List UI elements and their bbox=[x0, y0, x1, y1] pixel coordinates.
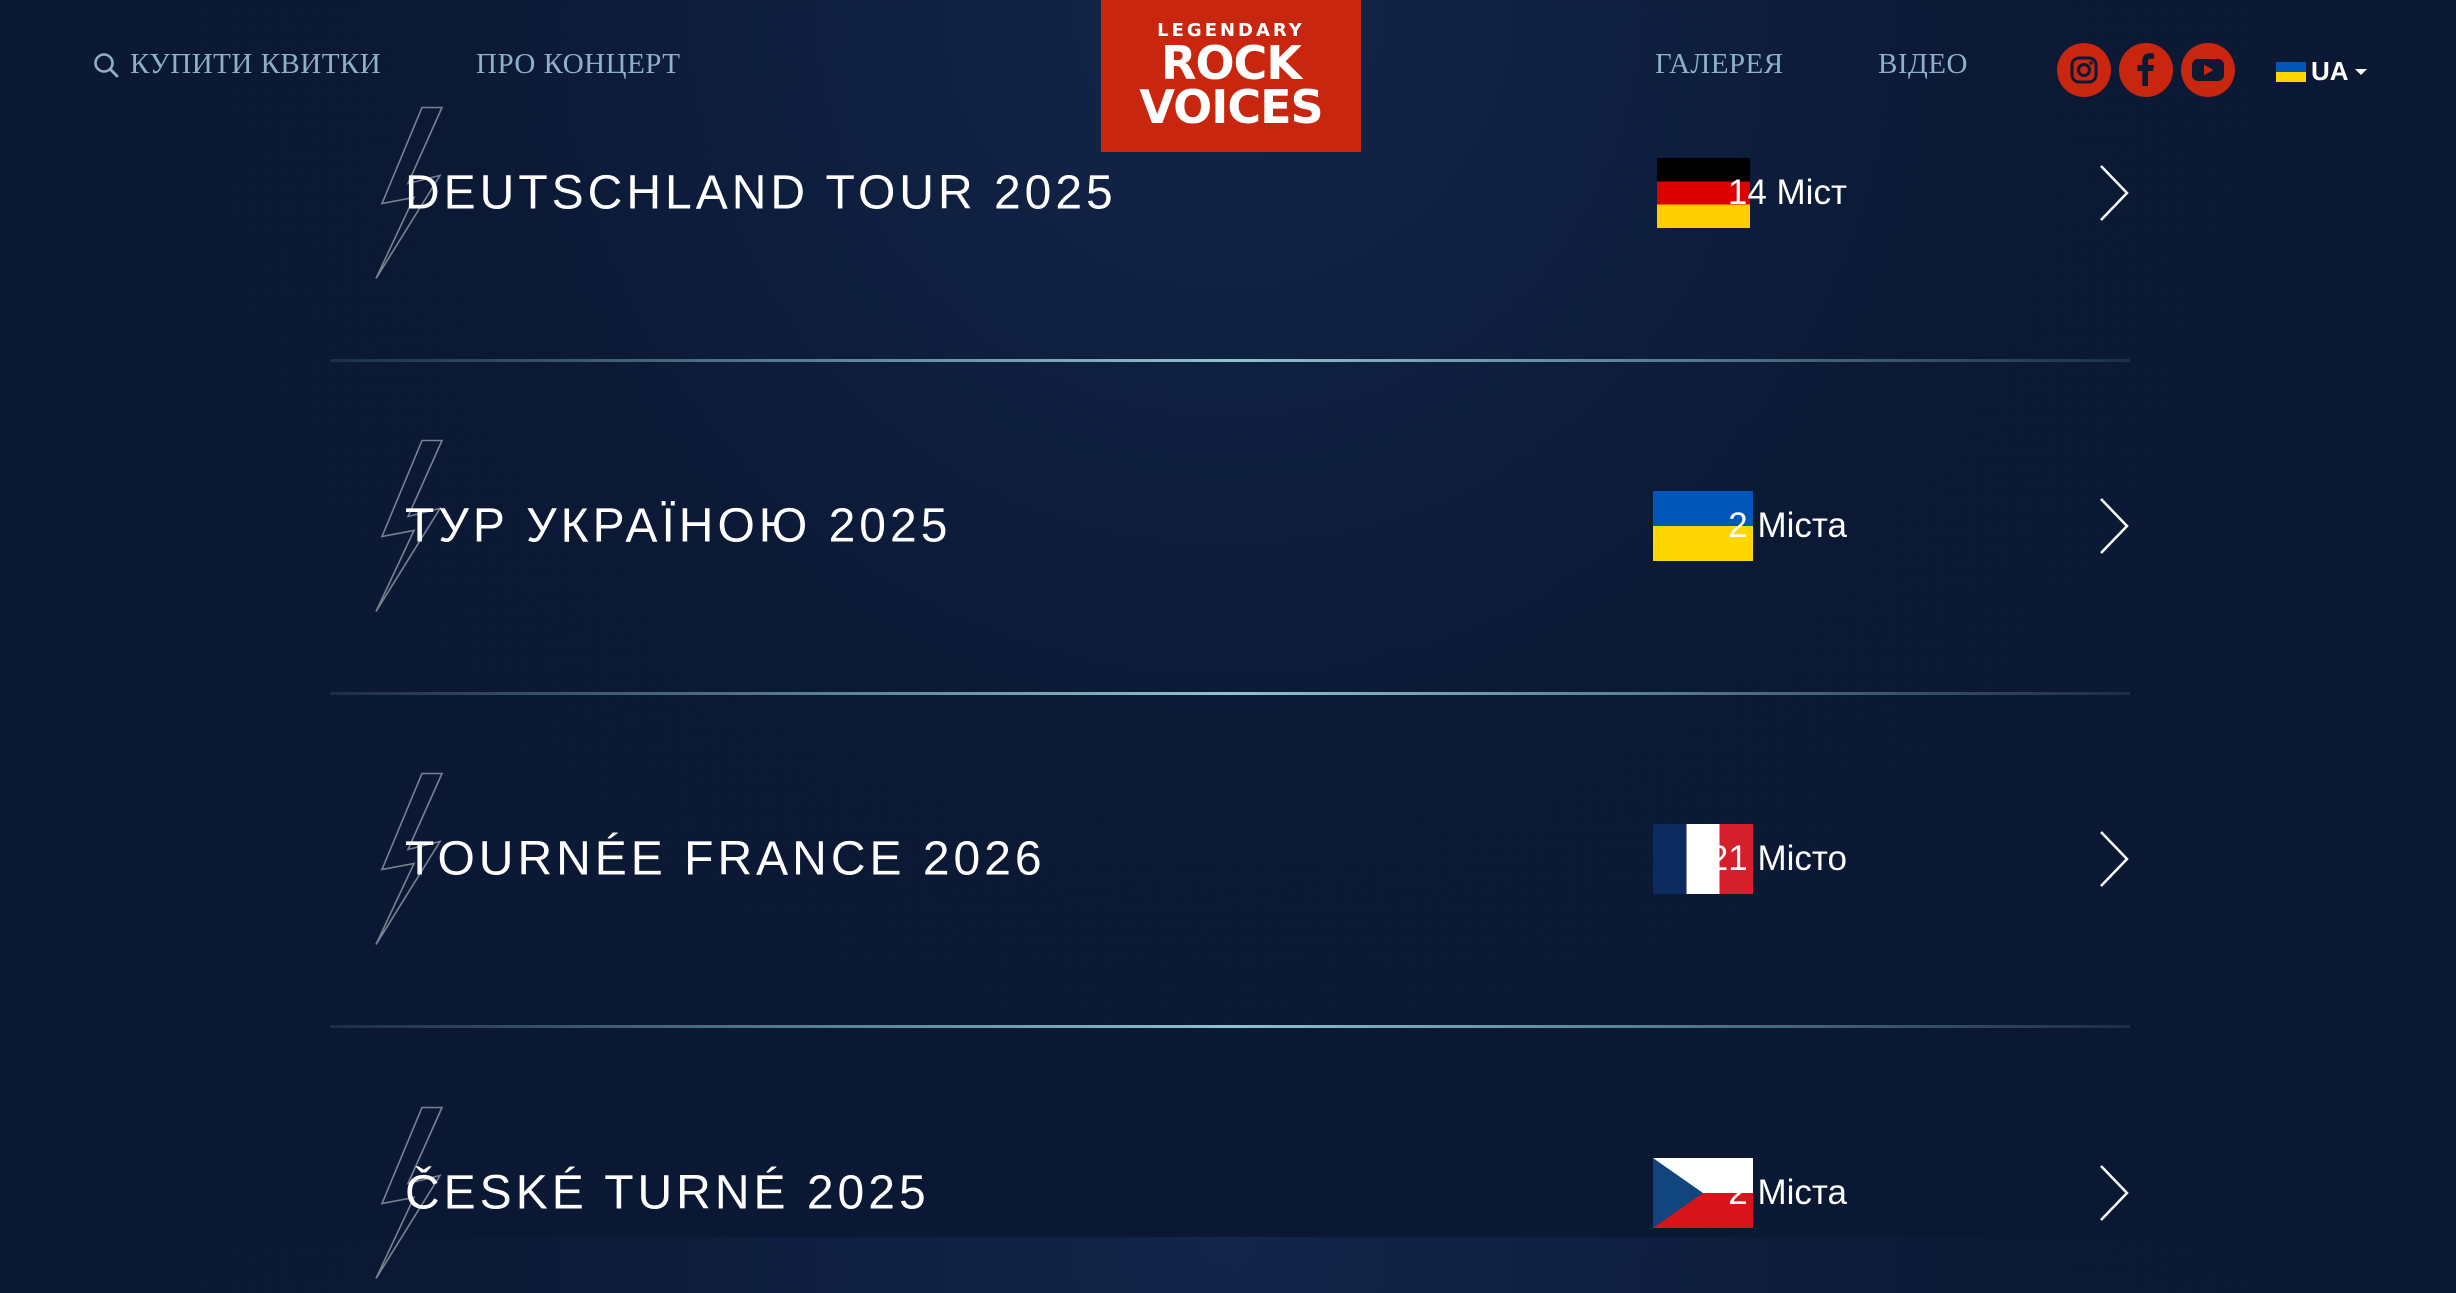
tour-title: TOURNÉE FRANCE 2026 bbox=[405, 832, 1046, 886]
tour-row-france[interactable]: TOURNÉE FRANCE 2026 21 Місто bbox=[330, 759, 2130, 959]
logo-line-rock: ROCK bbox=[1161, 35, 1302, 90]
logo-line-voices: VOICES bbox=[1139, 79, 1323, 134]
youtube-icon bbox=[2192, 59, 2224, 81]
buy-tickets-label: КУПИТИ КВИТКИ bbox=[130, 48, 382, 80]
tour-title: DEUTSCHLAND TOUR 2025 bbox=[405, 166, 1117, 220]
about-concert-label: ПРО КОНЦЕРТ bbox=[476, 48, 681, 80]
tour-row-ukraine[interactable]: ТУР УКРАЇНОЮ 2025 2 Міста bbox=[330, 426, 2130, 626]
youtube-button[interactable] bbox=[2181, 43, 2235, 97]
tour-city-count: 2 Міста bbox=[1728, 506, 1847, 545]
video-link[interactable]: ВІДЕО bbox=[1878, 48, 1968, 81]
caret-down-icon bbox=[2354, 68, 2367, 75]
language-selector[interactable]: UA bbox=[2276, 56, 2367, 87]
tour-row-czech[interactable]: ČESKÉ TURNÉ 2025 2 Міста bbox=[330, 1093, 2130, 1293]
search-icon bbox=[94, 52, 119, 77]
tour-city-count: 2 Міста bbox=[1728, 1173, 1847, 1212]
about-concert-link[interactable]: ПРО КОНЦЕРТ bbox=[476, 48, 680, 81]
site-header: КУПИТИ КВИТКИ ПРО КОНЦЕРТ LEGENDARY ROCK… bbox=[0, 0, 2456, 152]
instagram-icon bbox=[2070, 56, 2098, 84]
facebook-button[interactable] bbox=[2119, 43, 2173, 97]
instagram-button[interactable] bbox=[2057, 43, 2111, 97]
chevron-right-icon[interactable] bbox=[2098, 1163, 2130, 1223]
tour-city-count: 21 Місто bbox=[1708, 839, 1847, 878]
ukraine-flag-icon bbox=[2276, 61, 2306, 82]
tour-title: ČESKÉ TURNÉ 2025 bbox=[405, 1166, 930, 1220]
chevron-right-icon[interactable] bbox=[2098, 496, 2130, 556]
site-logo[interactable]: LEGENDARY ROCK VOICES bbox=[1101, 0, 1361, 152]
tour-title: ТУР УКРАЇНОЮ 2025 bbox=[405, 499, 952, 553]
chevron-right-icon[interactable] bbox=[2098, 829, 2130, 889]
gallery-label: ГАЛЕРЕЯ bbox=[1655, 48, 1784, 80]
language-label: UA bbox=[2311, 56, 2349, 86]
facebook-icon bbox=[2137, 53, 2154, 86]
buy-tickets-link[interactable]: КУПИТИ КВИТКИ bbox=[92, 48, 381, 81]
row-divider bbox=[330, 692, 2130, 695]
row-divider bbox=[330, 1025, 2130, 1028]
video-label: ВІДЕО bbox=[1878, 48, 1968, 80]
chevron-right-icon[interactable] bbox=[2098, 163, 2130, 223]
gallery-link[interactable]: ГАЛЕРЕЯ bbox=[1655, 48, 1784, 81]
row-divider bbox=[330, 359, 2130, 362]
tour-city-count: 14 Міст bbox=[1727, 173, 1847, 212]
